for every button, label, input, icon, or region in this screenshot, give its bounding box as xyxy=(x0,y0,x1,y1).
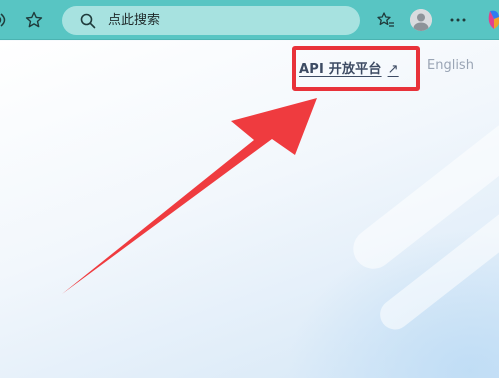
annotation-arrow xyxy=(62,98,317,294)
annotation-arrow-shape xyxy=(62,98,317,294)
